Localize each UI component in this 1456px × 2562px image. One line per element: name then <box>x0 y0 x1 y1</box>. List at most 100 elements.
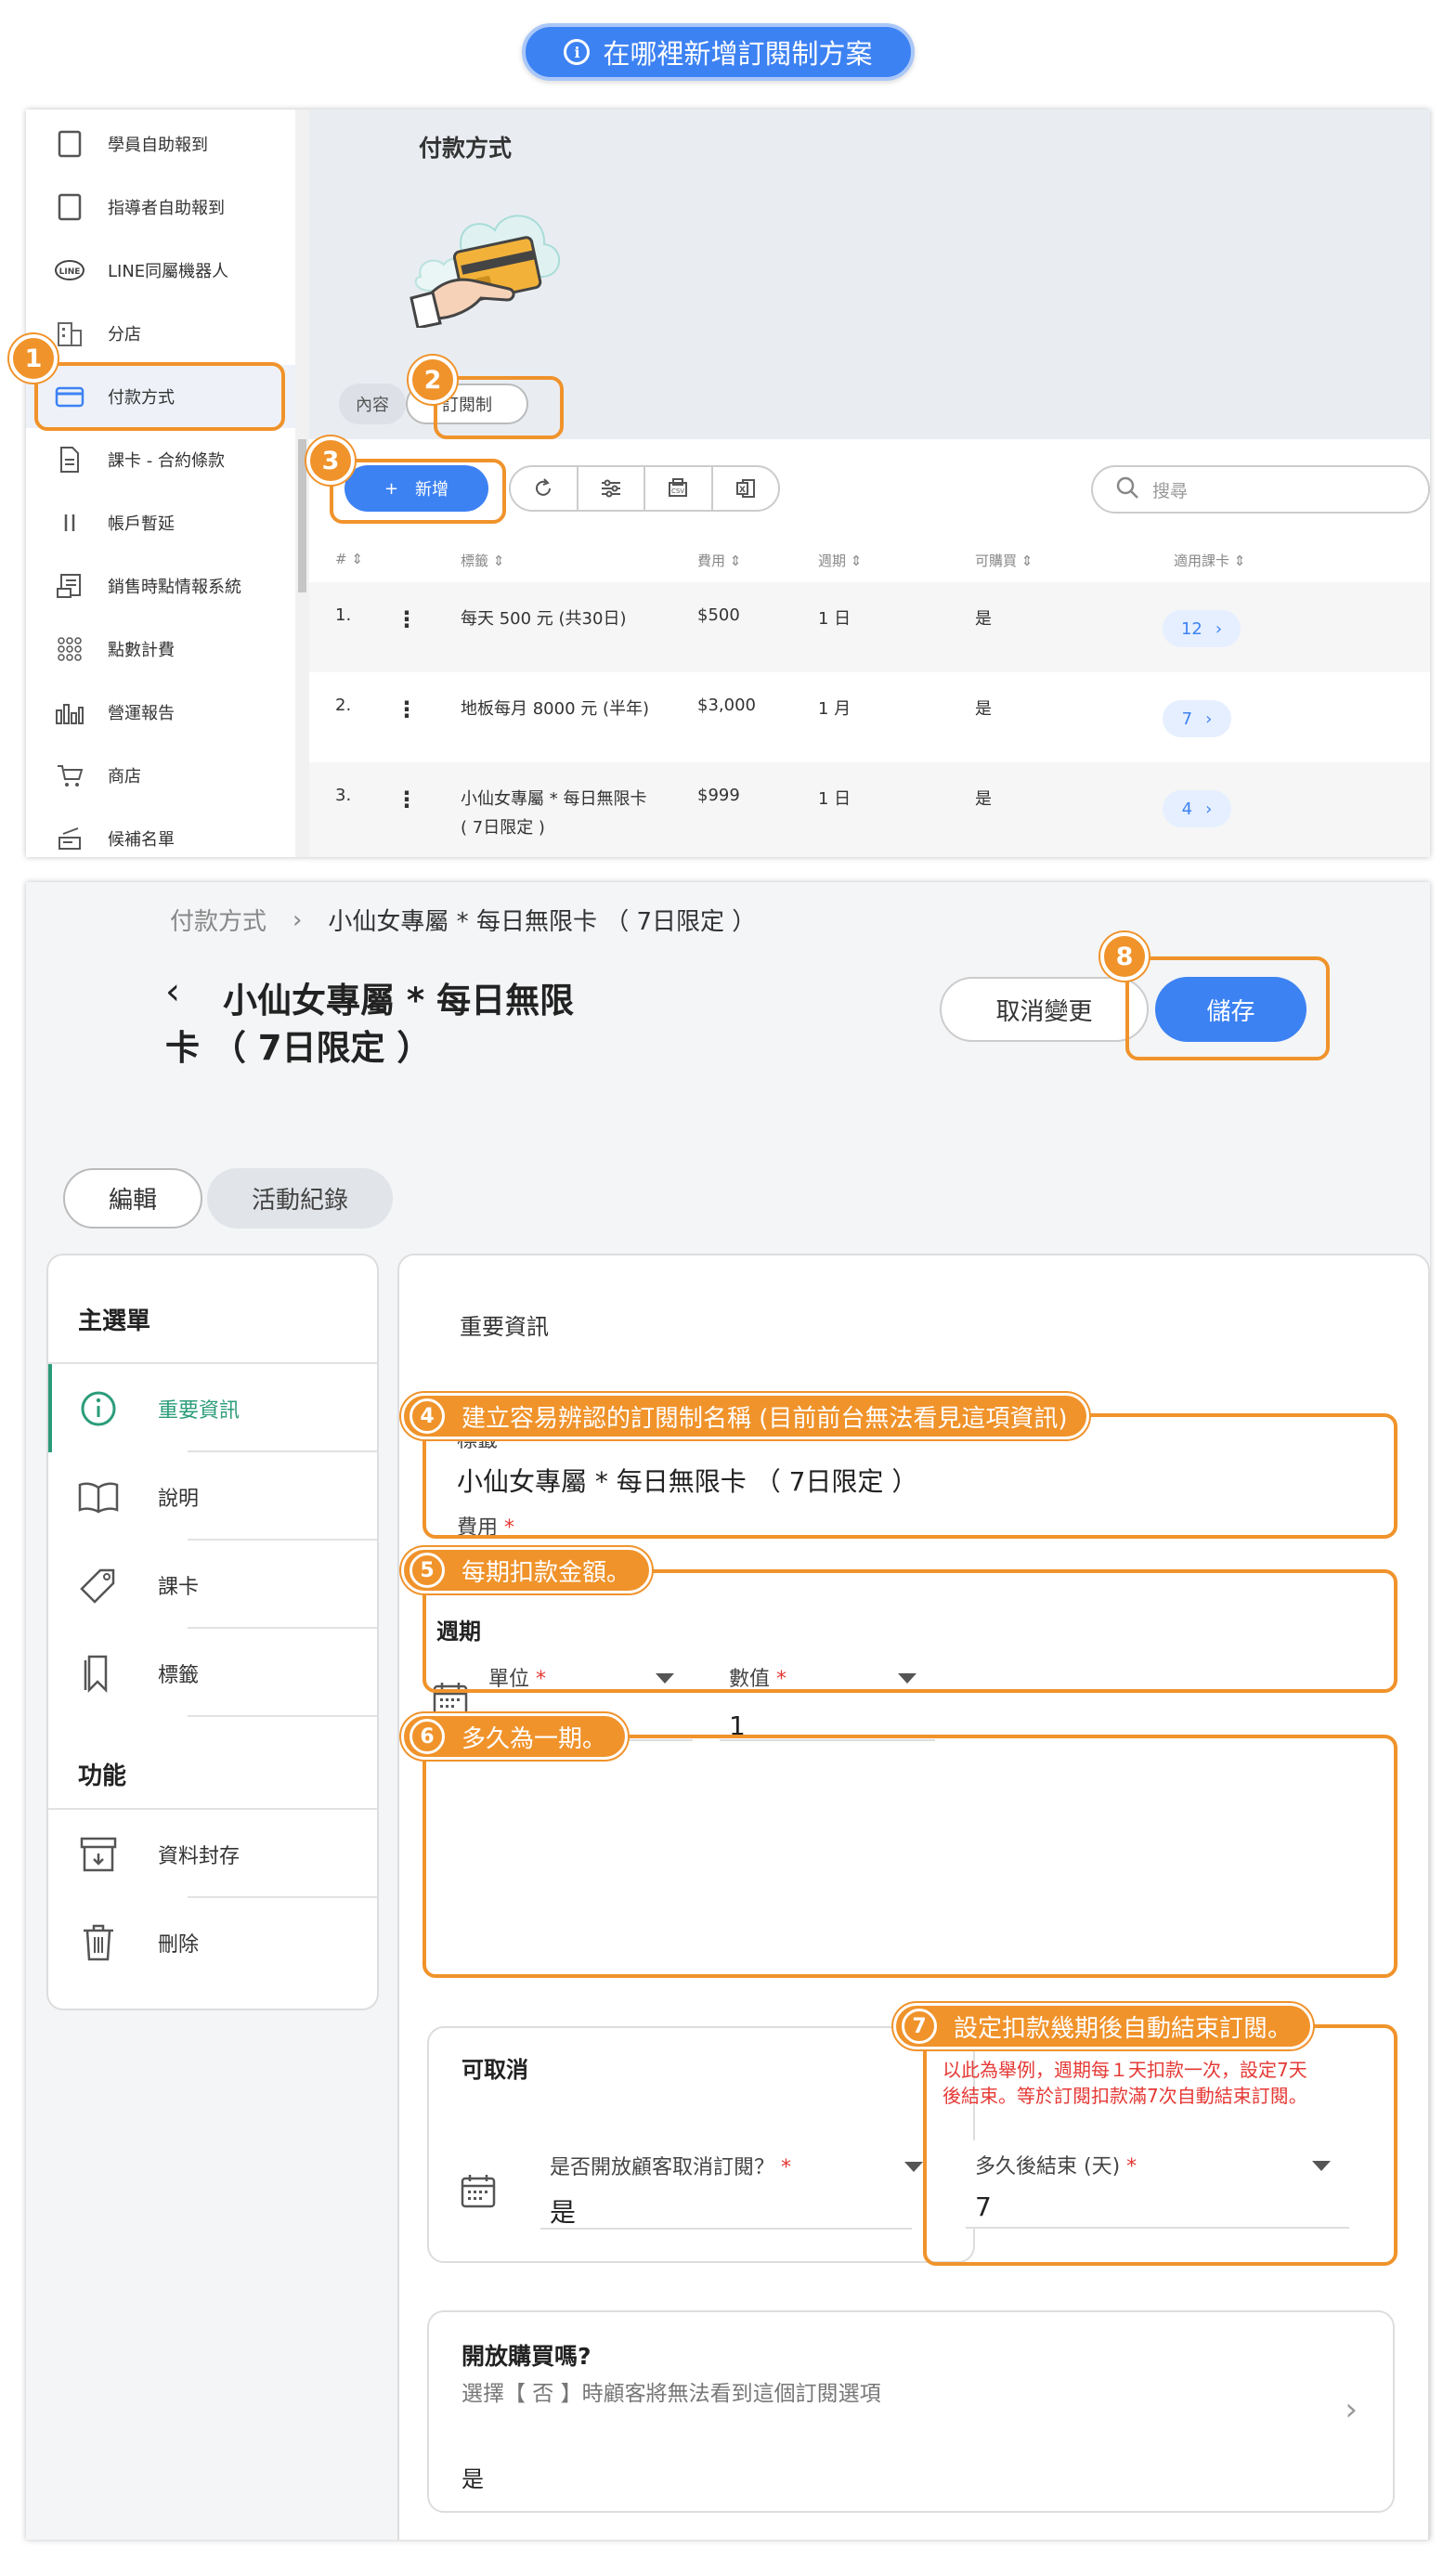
sidebar-item-points[interactable]: 點數計費 <box>26 618 295 681</box>
table-row[interactable]: 3. ⋮ 小仙女專屬 * 每日無限卡 ( 7日限定 ) $999 1 日 是 4… <box>309 762 1430 857</box>
calendar-icon <box>460 2172 497 2213</box>
highlight-add-button <box>330 459 506 524</box>
table-row[interactable]: 2. ⋮ 地板每月 8000 元 (半年) $3,000 1 月 是 7 › <box>309 672 1430 762</box>
svg-text:X: X <box>739 486 746 495</box>
banner-title: 在哪裡新增訂閱制方案 <box>603 38 873 70</box>
dots-grid-icon <box>52 633 87 665</box>
sidebar-item-label: 營運報告 <box>108 704 175 723</box>
menu-item-important-info[interactable]: 重要資訊 <box>48 1364 377 1452</box>
step-badge-3: 3 <box>306 436 355 485</box>
chevron-right-icon: › <box>1345 2391 1358 2428</box>
menu-item-label: 資料封存 <box>158 1844 240 1868</box>
sidebar-item-waitlist[interactable]: 候補名單 <box>26 807 295 857</box>
column-header-no[interactable]: # ⇕ <box>335 551 363 567</box>
applicable-cards-button[interactable]: 4 › <box>1163 790 1231 827</box>
row-fee: $999 <box>697 786 740 805</box>
column-header-cards[interactable]: 適用課卡 ⇕ <box>1174 551 1245 570</box>
dropdown-arrow-icon <box>904 2162 923 2172</box>
info-icon: i <box>564 39 591 65</box>
breadcrumb-parent[interactable]: 付款方式 <box>170 903 266 937</box>
row-number: 1. <box>335 605 352 625</box>
sidebar-item-shop[interactable]: 商店 <box>26 744 295 807</box>
step-badge-2: 2 <box>409 356 457 404</box>
more-options-icon[interactable]: ⋮ <box>396 608 418 631</box>
back-chevron-icon[interactable]: ‹ <box>165 970 180 1013</box>
sidebar-item-reports[interactable]: 營運報告 <box>26 681 295 744</box>
menu-item-cards[interactable]: 課卡 <box>48 1541 377 1629</box>
menu-item-archive[interactable]: 資料封存 <box>48 1810 377 1898</box>
trash-icon <box>76 1922 121 1963</box>
row-cycle: 1 日 <box>818 609 852 629</box>
scrollbar-thumb[interactable] <box>298 439 306 592</box>
sidebar-item-label: 點數計費 <box>108 641 175 660</box>
waitlist-icon <box>52 823 87 854</box>
row-number: 3. <box>335 786 352 805</box>
column-header-buyable[interactable]: 可購買 ⇕ <box>975 551 1033 570</box>
row-number: 2. <box>335 696 352 715</box>
column-header-fee[interactable]: 費用 ⇕ <box>697 551 741 570</box>
tab-content[interactable]: 內容 <box>339 384 406 424</box>
sidebar-item-label: 學員自助報到 <box>108 136 208 155</box>
column-header-label[interactable]: 標籤 ⇕ <box>461 551 504 570</box>
purchase-setting[interactable]: 開放購買嗎? 選擇【 否 】時顧客將無法看到這個訂閱選項 是 › <box>427 2310 1395 2513</box>
sidebar-item-instructor-checkin[interactable]: 指導者自助報到 <box>26 176 295 239</box>
menu-item-delete[interactable]: 刪除 <box>48 1898 377 1986</box>
tab-activity-log[interactable]: 活動紀錄 <box>207 1168 393 1229</box>
tab-edit[interactable]: 編輯 <box>63 1168 202 1229</box>
menu-item-description[interactable]: 說明 <box>48 1452 377 1541</box>
building-icon <box>52 318 87 349</box>
menu-item-labels[interactable]: 標籤 <box>48 1629 377 1717</box>
cancellable-section: 可取消 是否開放顧客取消訂閱？ * 是 <box>427 2026 975 2263</box>
square-icon <box>52 128 87 160</box>
sidebar-item-card-contract[interactable]: 課卡 - 合約條款 <box>26 428 295 491</box>
sidebar-item-label: 帳戶暫延 <box>108 514 175 534</box>
row-label-line2: ( 7日限定 ) <box>461 818 545 838</box>
applicable-cards-button[interactable]: 12 › <box>1163 610 1241 647</box>
export-excel-icon[interactable]: X <box>713 467 779 510</box>
search-input[interactable]: 搜尋 <box>1091 465 1430 514</box>
allow-cancel-dropdown[interactable]: 是否開放顧客取消訂閱？ * 是 <box>540 2141 923 2230</box>
row-buyable: 是 <box>975 699 992 719</box>
row-cycle: 1 日 <box>818 789 852 809</box>
refresh-icon[interactable] <box>511 467 578 510</box>
callout-4: 4 建立容易辨認的訂閱制名稱 (目前前台無法看見這項資訊) <box>401 1393 1089 1439</box>
sidebar-item-branches[interactable]: 分店 <box>26 302 295 365</box>
info-circle-icon <box>76 1388 121 1429</box>
pause-icon <box>52 507 87 539</box>
applicable-cards-button[interactable]: 7 › <box>1163 700 1231 737</box>
more-options-icon[interactable]: ⋮ <box>396 788 418 811</box>
step-badge-1: 1 <box>9 334 58 383</box>
search-placeholder: 搜尋 <box>1152 480 1189 501</box>
sidebar-scrollbar[interactable] <box>295 110 309 857</box>
page-title: 付款方式 <box>419 135 513 162</box>
table-row[interactable]: 1. ⋮ 每天 500 元 (共30日) $500 1 日 是 12 › <box>309 582 1430 672</box>
menu-item-label: 刪除 <box>158 1932 200 1957</box>
sidebar-item-label: 指導者自助報到 <box>108 199 225 218</box>
archive-icon <box>76 1834 121 1875</box>
row-label: 地板每月 8000 元 (半年) <box>461 699 650 719</box>
sidebar-item-student-checkin[interactable]: 學員自助報到 <box>26 112 295 176</box>
highlight-save-button <box>1125 956 1330 1060</box>
sidebar-item-label: LINE同屬機器人 <box>108 262 229 281</box>
filter-sliders-icon[interactable] <box>578 467 645 510</box>
purchase-title: 開放購買嗎? <box>462 2343 592 2370</box>
cancellable-title: 可取消 <box>462 2057 528 2083</box>
sidebar-item-pos[interactable]: 銷售時點情報系統 <box>26 554 295 618</box>
sidebar-item-label: 候補名單 <box>108 830 175 850</box>
cancel-changes-button[interactable]: 取消變更 <box>940 977 1149 1042</box>
menu-item-label: 重要資訊 <box>158 1398 240 1423</box>
line-icon: LINE <box>52 254 87 286</box>
bookmark-icon <box>76 1653 121 1694</box>
export-csv-icon[interactable]: CSV <box>645 467 713 510</box>
chevron-right-icon: › <box>1215 618 1223 639</box>
sidebar-item-line-bot[interactable]: LINE LINE同屬機器人 <box>26 239 295 302</box>
callout-5: 5 每期扣款金額。 <box>401 1547 653 1593</box>
more-options-icon[interactable]: ⋮ <box>396 698 418 721</box>
column-header-cycle[interactable]: 週期 ⇕ <box>818 551 862 570</box>
sidebar-item-account-pause[interactable]: 帳戶暫延 <box>26 491 295 554</box>
row-cycle: 1 月 <box>818 699 852 719</box>
table-header: # ⇕ 標籤 ⇕ 費用 ⇕ 週期 ⇕ 可購買 ⇕ 適用課卡 ⇕ <box>309 540 1430 581</box>
help-title-banner: i 在哪裡新增訂閱制方案 <box>522 23 915 81</box>
credit-card-illustration <box>407 189 569 330</box>
sidebar-item-label: 分店 <box>108 325 141 345</box>
